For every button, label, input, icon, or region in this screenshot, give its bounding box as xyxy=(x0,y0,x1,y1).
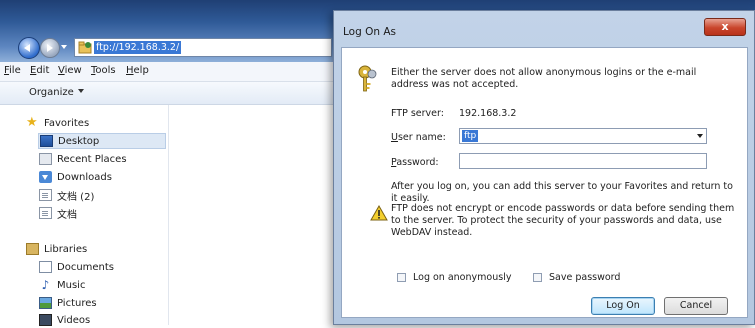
sidebar-item-label: Desktop xyxy=(58,135,100,147)
log-on-anonymously-checkbox[interactable] xyxy=(397,273,406,282)
favorites-header[interactable]: ★ Favorites xyxy=(26,115,89,131)
sidebar-item-label: Recent Places xyxy=(57,153,127,165)
menu-view[interactable]: View xyxy=(58,65,82,76)
menu-tools[interactable]: Tools xyxy=(91,65,116,76)
ftp-server-label: FTP server: xyxy=(391,108,444,119)
sidebar-item-label: Documents xyxy=(57,261,115,273)
libraries-header[interactable]: Libraries xyxy=(26,241,87,257)
libraries-icon xyxy=(26,243,39,255)
menu-file[interactable]: File xyxy=(4,65,21,76)
favorites-label: Favorites xyxy=(44,117,90,129)
security-warning: FTP does not encrypt or encode passwords… xyxy=(391,203,735,238)
organize-button[interactable]: Organize xyxy=(29,87,84,98)
sidebar-item-documents[interactable]: Documents xyxy=(39,259,114,275)
document-icon xyxy=(39,207,52,219)
save-password-option[interactable]: Save password xyxy=(533,272,620,283)
log-on-anonymously-option[interactable]: Log on anonymously xyxy=(397,272,511,283)
log-on-button[interactable]: Log On xyxy=(591,297,655,315)
sidebar-item-label: 文档 (2) xyxy=(57,191,95,203)
navigation-pane: ★ Favorites Desktop Recent Places Downlo… xyxy=(0,105,169,328)
cancel-button[interactable]: Cancel xyxy=(664,297,728,315)
intro-message: Either the server does not allow anonymo… xyxy=(391,67,697,90)
sidebar-item-recent-places[interactable]: Recent Places xyxy=(39,151,127,167)
warning-icon xyxy=(370,205,388,221)
music-icon: ♪ xyxy=(41,278,50,292)
sidebar-item-label: 文档 xyxy=(57,209,77,221)
sidebar-item-label: Downloads xyxy=(57,171,112,183)
recent-pages-dropdown[interactable] xyxy=(61,45,67,52)
sidebar-item-pictures[interactable]: Pictures xyxy=(39,295,97,311)
password-label: Password: xyxy=(391,157,439,168)
sidebar-item-document-2[interactable]: 文档 (2) xyxy=(39,187,94,203)
libraries-label: Libraries xyxy=(44,243,88,255)
user-name-label: User name: xyxy=(391,132,446,143)
save-password-checkbox[interactable] xyxy=(533,273,542,282)
save-password-label: Save password xyxy=(549,272,621,283)
close-button[interactable]: x xyxy=(704,18,746,36)
sidebar-item-label: Pictures xyxy=(57,297,97,309)
ftp-folder-icon xyxy=(78,41,92,54)
documents-icon xyxy=(39,261,52,273)
chevron-down-icon xyxy=(77,89,84,96)
user-name-value: ftp xyxy=(462,130,479,142)
log-on-as-dialog: Log On As x Either the server does not a… xyxy=(333,10,755,325)
password-field[interactable] xyxy=(459,153,707,169)
log-on-anonymously-label: Log on anonymously xyxy=(413,272,512,283)
sidebar-item-videos[interactable]: Videos xyxy=(39,312,90,328)
forward-arrow-icon[interactable] xyxy=(40,38,60,58)
videos-icon xyxy=(39,314,52,326)
sidebar-item-music[interactable]: ♪ Music xyxy=(39,277,86,293)
address-text: ftp://192.168.3.2/ xyxy=(94,41,182,54)
menu-bar: File Edit View Tools Help xyxy=(0,62,340,82)
pictures-icon xyxy=(39,297,52,309)
desktop-icon xyxy=(40,135,53,147)
back-arrow-icon[interactable] xyxy=(18,37,40,59)
dialog-title: Log On As xyxy=(343,26,397,38)
sidebar-item-desktop[interactable]: Desktop xyxy=(38,133,166,149)
star-icon: ★ xyxy=(26,115,38,130)
address-bar[interactable]: ftp://192.168.3.2/ xyxy=(74,38,332,57)
menu-edit[interactable]: Edit xyxy=(30,65,49,76)
user-name-combobox[interactable]: ftp xyxy=(459,128,707,144)
organize-label: Organize xyxy=(29,87,74,98)
recent-places-icon xyxy=(39,153,52,165)
chevron-down-icon[interactable] xyxy=(697,134,703,141)
sidebar-item-document[interactable]: 文档 xyxy=(39,205,77,221)
document-icon xyxy=(39,189,52,201)
menu-help[interactable]: Help xyxy=(126,65,149,76)
close-icon: x xyxy=(721,20,729,33)
ftp-server-value: 192.168.3.2 xyxy=(459,108,517,119)
command-bar: Organize xyxy=(0,82,340,105)
sidebar-item-downloads[interactable]: Downloads xyxy=(39,169,112,185)
sidebar-item-label: Music xyxy=(57,279,86,291)
file-view[interactable] xyxy=(169,105,340,325)
downloads-icon xyxy=(39,171,52,183)
dialog-body: Either the server does not allow anonymo… xyxy=(341,47,748,318)
favorites-hint: After you log on, you can add this serve… xyxy=(391,181,733,204)
sidebar-item-label: Videos xyxy=(57,314,91,326)
keys-icon xyxy=(358,65,377,92)
